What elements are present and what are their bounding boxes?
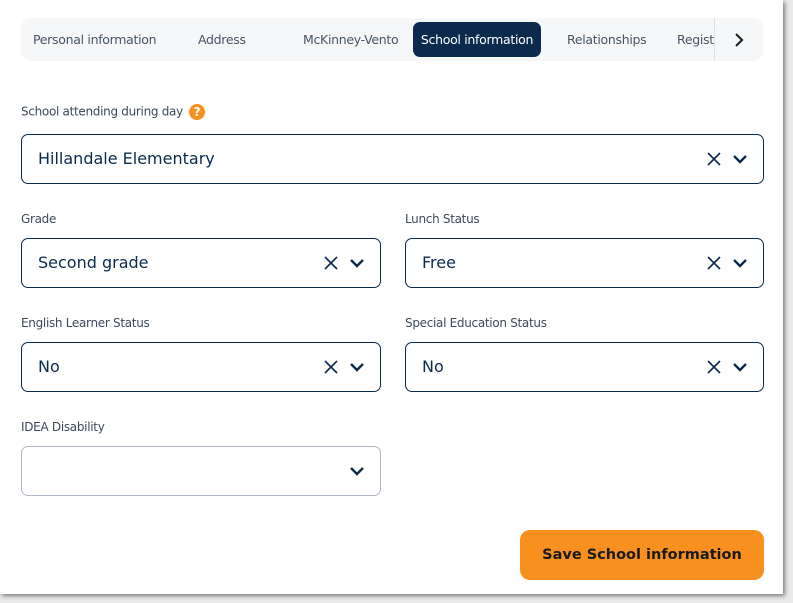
clear-icon[interactable] (705, 358, 723, 376)
grade-value: Second grade (38, 253, 149, 272)
chevron-down-icon[interactable] (731, 358, 749, 376)
tab-registration[interactable]: Registr (677, 22, 719, 57)
school-value: Hillandale Elementary (38, 149, 215, 168)
sped-value: No (422, 357, 444, 376)
ell-value: No (38, 357, 60, 376)
lunch-select[interactable]: Free (405, 238, 764, 288)
save-school-information-button[interactable]: Save School information (520, 530, 764, 580)
chevron-right-icon (735, 32, 744, 47)
chevron-down-icon[interactable] (348, 254, 366, 272)
grade-label: Grade (21, 212, 57, 226)
idea-label: IDEA Disability (21, 420, 105, 434)
school-label: School attending during day? (21, 104, 205, 120)
clear-icon[interactable] (322, 358, 340, 376)
tab-mckinney-vento[interactable]: McKinney-Vento (303, 22, 399, 57)
tabs-scroll-right-button[interactable] (714, 18, 763, 61)
clear-icon[interactable] (705, 150, 723, 168)
sped-select[interactable]: No (405, 342, 764, 392)
lunch-label: Lunch Status (405, 212, 480, 226)
idea-select[interactable] (21, 446, 381, 496)
ell-select[interactable]: No (21, 342, 381, 392)
clear-icon[interactable] (322, 254, 340, 272)
school-select[interactable]: Hillandale Elementary (21, 134, 764, 184)
tab-bar: Personal information Address McKinney-Ve… (21, 18, 763, 61)
tab-address[interactable]: Address (198, 22, 246, 57)
tab-personal-information[interactable]: Personal information (33, 22, 157, 57)
school-information-form: Personal information Address McKinney-Ve… (0, 0, 783, 594)
chevron-down-icon[interactable] (731, 254, 749, 272)
chevron-down-icon[interactable] (731, 150, 749, 168)
tab-school-information[interactable]: School information (413, 22, 541, 57)
chevron-down-icon[interactable] (348, 358, 366, 376)
lunch-value: Free (422, 253, 456, 272)
tab-relationships[interactable]: Relationships (567, 22, 647, 57)
sped-label: Special Education Status (405, 316, 547, 330)
school-label-text: School attending during day (21, 104, 183, 119)
grade-select[interactable]: Second grade (21, 238, 381, 288)
question-circle-icon[interactable]: ? (188, 104, 205, 120)
ell-label: English Learner Status (21, 316, 150, 330)
chevron-down-icon[interactable] (348, 462, 366, 480)
clear-icon[interactable] (705, 254, 723, 272)
